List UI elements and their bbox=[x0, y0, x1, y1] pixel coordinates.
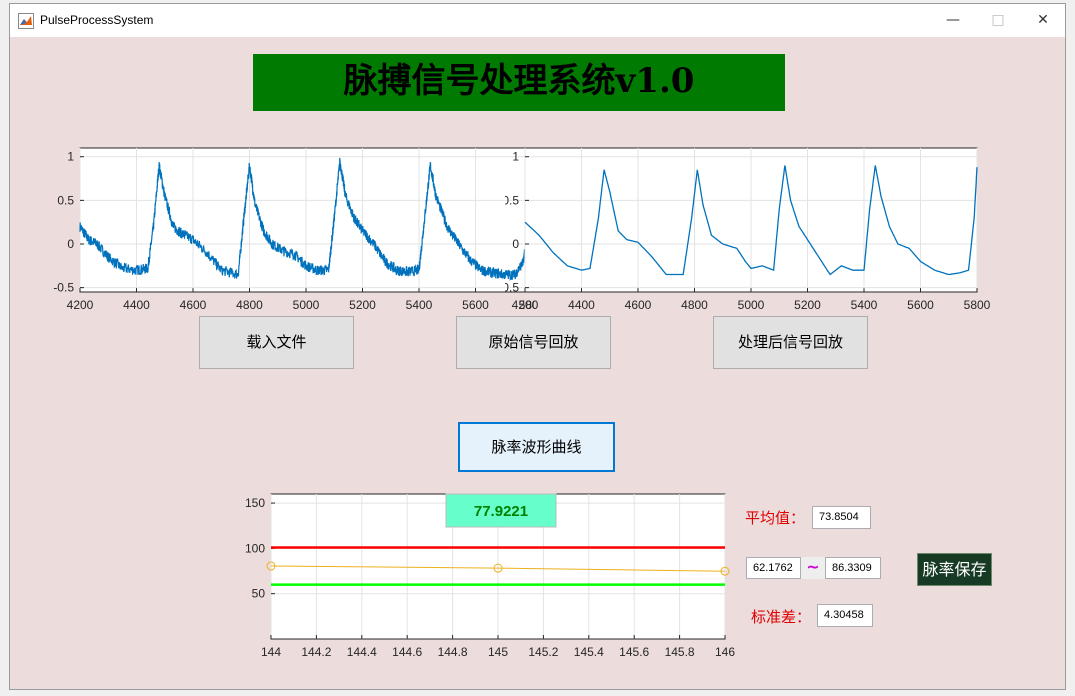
close-button[interactable]: ✕ bbox=[1020, 4, 1066, 37]
y-tick-label: 100 bbox=[245, 541, 265, 555]
y-tick-label: 0 bbox=[512, 237, 519, 251]
title-bar: PulseProcessSystem — □ ✕ bbox=[10, 4, 1065, 37]
y-tick-label: 0.5 bbox=[57, 193, 74, 207]
y-tick-label: -0.5 bbox=[53, 281, 74, 295]
mean-label: 平均值： bbox=[745, 509, 806, 527]
std-value-field[interactable]: 4.30458 bbox=[817, 604, 873, 627]
x-tick-label: 4600 bbox=[625, 298, 652, 312]
x-tick-label: 144.2 bbox=[301, 645, 331, 659]
x-tick-label: 145.8 bbox=[665, 645, 695, 659]
x-tick-label: 144.8 bbox=[438, 645, 468, 659]
processed-signal-chart: 4200 4400 4600 4800 5000 5200 5400 5600 5800 -0.5… bbox=[505, 147, 991, 312]
window-title: PulseProcessSystem bbox=[40, 13, 154, 27]
matlab-app-icon bbox=[18, 13, 34, 29]
x-tick-label: 145.6 bbox=[619, 645, 649, 659]
x-tick-label: 5200 bbox=[794, 298, 821, 312]
x-tick-label: 146 bbox=[715, 645, 735, 659]
x-tick-label: 145.4 bbox=[574, 645, 604, 659]
x-tick-label: 5800 bbox=[964, 298, 991, 312]
y-tick-label: 0 bbox=[67, 237, 74, 251]
y-tick-label: 50 bbox=[252, 587, 266, 601]
x-tick-label: 5200 bbox=[349, 298, 376, 312]
x-tick-label: 5400 bbox=[406, 298, 433, 312]
x-tick-label: 145.2 bbox=[528, 645, 558, 659]
x-tick-label: 4200 bbox=[67, 298, 94, 312]
x-tick-label: 4200 bbox=[512, 298, 539, 312]
play-processed-signal-button[interactable]: 处理后信号回放 bbox=[713, 316, 868, 369]
y-tick-label: 0.5 bbox=[505, 193, 519, 207]
y-tick-label: 1 bbox=[512, 150, 519, 164]
range-high-field[interactable]: 86.3309 bbox=[825, 557, 881, 579]
x-tick-label: 5600 bbox=[907, 298, 934, 312]
y-tick-label: -0.5 bbox=[505, 281, 519, 295]
app-window: PulseProcessSystem — □ ✕ 脉搏信号处理系统v1.0 42… bbox=[9, 3, 1066, 690]
x-tick-label: 4400 bbox=[123, 298, 150, 312]
save-pulse-rate-button[interactable]: 脉率保存 bbox=[917, 553, 992, 586]
x-tick-label: 5000 bbox=[738, 298, 765, 312]
pulse-rate-chart: 144 144.2 144.4 144.6 144.8 145 145.2 145.4 145.… bbox=[245, 493, 735, 659]
x-tick-label: 145 bbox=[488, 645, 508, 659]
mean-value-field[interactable]: 73.8504 bbox=[812, 506, 871, 529]
x-tick-label: 144.4 bbox=[347, 645, 377, 659]
raw-signal-chart: 420044004600480050005200540056005800-0.5… bbox=[53, 147, 535, 312]
pulse-rate-curve-button[interactable]: 脉率波形曲线 bbox=[458, 422, 615, 472]
x-tick-label: 4400 bbox=[568, 298, 595, 312]
x-tick-label: 5400 bbox=[851, 298, 878, 312]
range-separator: ~ bbox=[801, 557, 825, 579]
play-raw-signal-button[interactable]: 原始信号回放 bbox=[456, 316, 611, 369]
x-tick-label: 4600 bbox=[180, 298, 207, 312]
range-low-field[interactable]: 62.1762 bbox=[746, 557, 801, 579]
maximize-button[interactable]: □ bbox=[975, 4, 1021, 37]
value-annotation: 77.9221 bbox=[474, 503, 528, 520]
x-tick-label: 144 bbox=[261, 645, 281, 659]
x-tick-label: 5600 bbox=[462, 298, 489, 312]
y-tick-label: 150 bbox=[245, 496, 265, 510]
x-tick-label: 5000 bbox=[293, 298, 320, 312]
banner-title: 脉搏信号处理系统v1.0 bbox=[253, 54, 785, 111]
minimize-button[interactable]: — bbox=[930, 4, 976, 37]
load-file-button[interactable]: 载入文件 bbox=[199, 316, 354, 369]
y-tick-label: 1 bbox=[67, 150, 74, 164]
x-tick-label: 144.6 bbox=[392, 645, 422, 659]
x-tick-label: 4800 bbox=[681, 298, 708, 312]
std-label: 标准差： bbox=[751, 608, 812, 626]
x-tick-label: 4800 bbox=[236, 298, 263, 312]
